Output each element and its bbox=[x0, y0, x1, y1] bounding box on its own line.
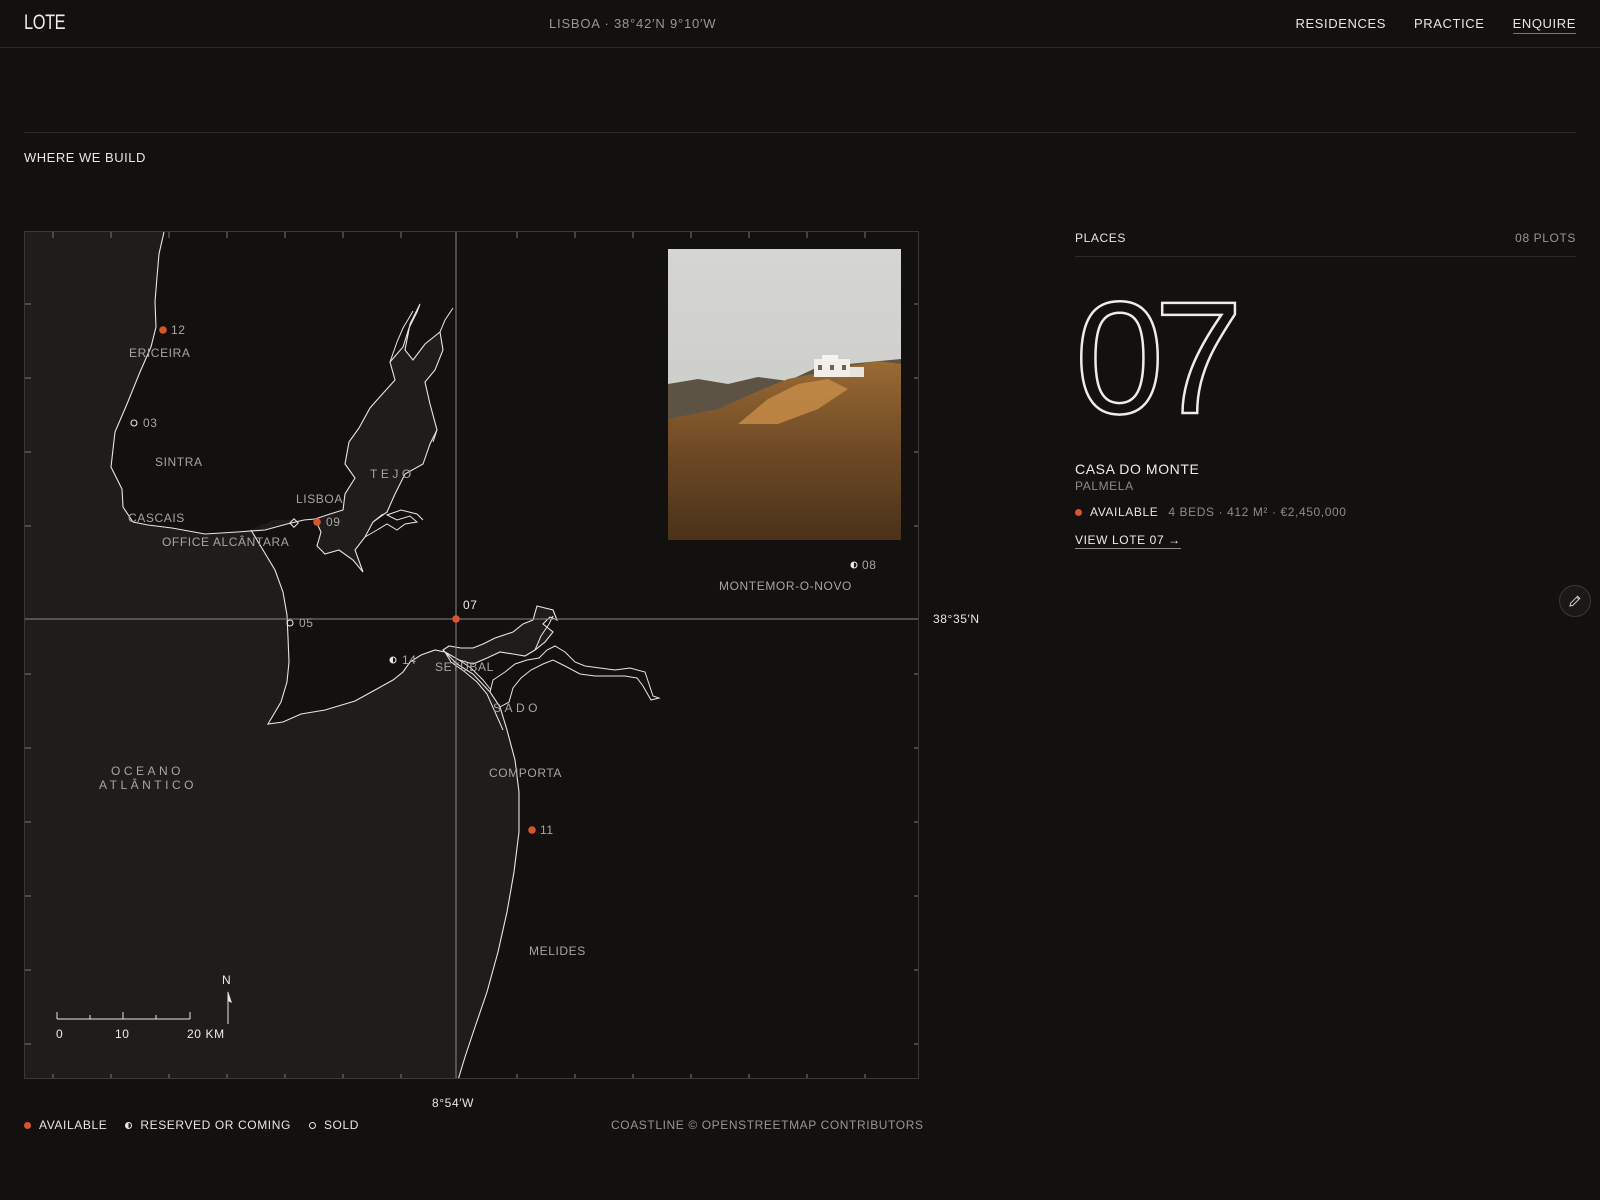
legend-available: AVAILABLE bbox=[24, 1118, 107, 1132]
place-label-cascais: CASCAIS bbox=[128, 511, 185, 525]
sado-estuary bbox=[442, 605, 559, 665]
longitude-label: 8°54′W bbox=[432, 1096, 474, 1110]
plot-12[interactable]: 12 bbox=[159, 323, 185, 337]
status-line: AVAILABLE 4 BEDS · 412 M² · €2,450,000 bbox=[1075, 505, 1576, 519]
plot-14[interactable]: 14 bbox=[389, 653, 417, 667]
legend-reserved: RESERVED OR COMING bbox=[125, 1118, 291, 1132]
plot-marker-available-selected[interactable] bbox=[452, 615, 460, 623]
plot-photo bbox=[668, 249, 901, 540]
legend-sold: SOLD bbox=[308, 1118, 360, 1132]
logo[interactable]: LOTE bbox=[24, 11, 66, 35]
scale-tick-10: 10 bbox=[115, 1027, 130, 1041]
legend-label: SOLD bbox=[323, 1118, 360, 1132]
available-dot-icon bbox=[1075, 508, 1082, 516]
map-credit: COASTLINE © OPENSTREETMAP CONTRIBUTORS bbox=[611, 1118, 924, 1132]
scale-tick-20: 20 KM bbox=[187, 1027, 225, 1041]
site-header: LOTE LISBOA · 38°42′N 9°10′W RESIDENCES … bbox=[0, 0, 1600, 48]
plot-label: 08 bbox=[862, 558, 877, 572]
plot-label: 14 bbox=[402, 653, 417, 667]
ocean-label-line2: ATLÂNTICO bbox=[99, 777, 197, 792]
place-label-melides: MELIDES bbox=[529, 944, 586, 958]
plot-label-selected: 07 bbox=[463, 598, 478, 612]
place-label-sintra: SINTRA bbox=[155, 455, 203, 469]
residence-place: PALMELA bbox=[1075, 479, 1134, 493]
river-label-tejo: TEJO bbox=[370, 467, 415, 481]
reserved-dot-icon bbox=[125, 1121, 133, 1129]
place-label-setubal: SETÚBAL bbox=[435, 659, 494, 674]
place-label-ericeira: ERICEIRA bbox=[129, 346, 190, 360]
section-title: WHERE WE BUILD bbox=[24, 150, 146, 165]
plot-label: 11 bbox=[540, 823, 554, 837]
place-label-montemor: MONTEMOR-O-NOVO bbox=[719, 579, 852, 593]
latitude-label: 38°35′N bbox=[933, 612, 980, 626]
place-label-comporta: COMPORTA bbox=[489, 766, 562, 780]
panel-title: PLACES bbox=[1075, 231, 1126, 245]
plot-marker-sold[interactable] bbox=[130, 419, 138, 427]
plot-label: 05 bbox=[299, 616, 314, 630]
ocean-label-line1: OCEANO bbox=[111, 764, 184, 778]
scale-tick-0: 0 bbox=[56, 1027, 63, 1041]
nav-enquire[interactable]: ENQUIRE bbox=[1512, 16, 1576, 34]
tejo-estuary bbox=[314, 303, 444, 573]
plot-label: 12 bbox=[171, 323, 186, 337]
plot-05[interactable]: 05 bbox=[286, 616, 314, 630]
plot-count: 08 PLOTS bbox=[1515, 231, 1576, 245]
nav-residences[interactable]: RESIDENCES bbox=[1296, 16, 1387, 34]
section-divider bbox=[24, 132, 1576, 133]
sold-dot-icon bbox=[308, 1121, 316, 1129]
location-readout: LISBOA · 38°42′N 9°10′W bbox=[549, 16, 717, 31]
places-panel: PLACES 08 PLOTS 07 CASA DO MONTE PALMELA… bbox=[1074, 231, 1576, 549]
plot-08[interactable]: 08 bbox=[850, 558, 877, 572]
plot-11[interactable]: 11 bbox=[528, 823, 553, 837]
place-label-lisboa: LISBOA bbox=[296, 492, 343, 506]
plot-03[interactable]: 03 bbox=[130, 416, 158, 430]
panel-header: PLACES 08 PLOTS bbox=[1075, 231, 1576, 257]
sea-area bbox=[25, 232, 519, 1078]
plot-label: 09 bbox=[326, 515, 341, 529]
view-plot-link[interactable]: VIEW LOTE 07 → bbox=[1075, 533, 1181, 549]
plot-09[interactable]: 09 bbox=[313, 515, 340, 529]
pencil-icon bbox=[1569, 595, 1581, 607]
nav-practice[interactable]: PRACTICE bbox=[1414, 16, 1485, 34]
plot-marker-available[interactable] bbox=[159, 326, 167, 334]
plot-marker-available[interactable] bbox=[313, 518, 321, 526]
legend-label: AVAILABLE bbox=[39, 1118, 108, 1132]
status-badge: AVAILABLE bbox=[1090, 505, 1159, 519]
main-nav: RESIDENCES PRACTICE ENQUIRE bbox=[1296, 16, 1576, 34]
legend-label: RESERVED OR COMING bbox=[140, 1118, 291, 1132]
place-label-office: OFFICE ALCÂNTARA bbox=[162, 534, 289, 549]
river-label-sado: SADO bbox=[493, 701, 541, 715]
map-legend: AVAILABLE RESERVED OR COMING SOLD bbox=[24, 1118, 359, 1132]
residence-name: CASA DO MONTE bbox=[1075, 461, 1200, 477]
residence-specs: 4 BEDS · 412 M² · €2,450,000 bbox=[1168, 505, 1347, 519]
north-label: N bbox=[222, 973, 231, 987]
plot-marker-available[interactable] bbox=[528, 826, 536, 834]
edit-button[interactable] bbox=[1559, 585, 1591, 617]
available-dot-icon bbox=[24, 1121, 31, 1129]
plot-label: 03 bbox=[143, 416, 158, 430]
selected-plot-number: 07 bbox=[1074, 268, 1244, 447]
